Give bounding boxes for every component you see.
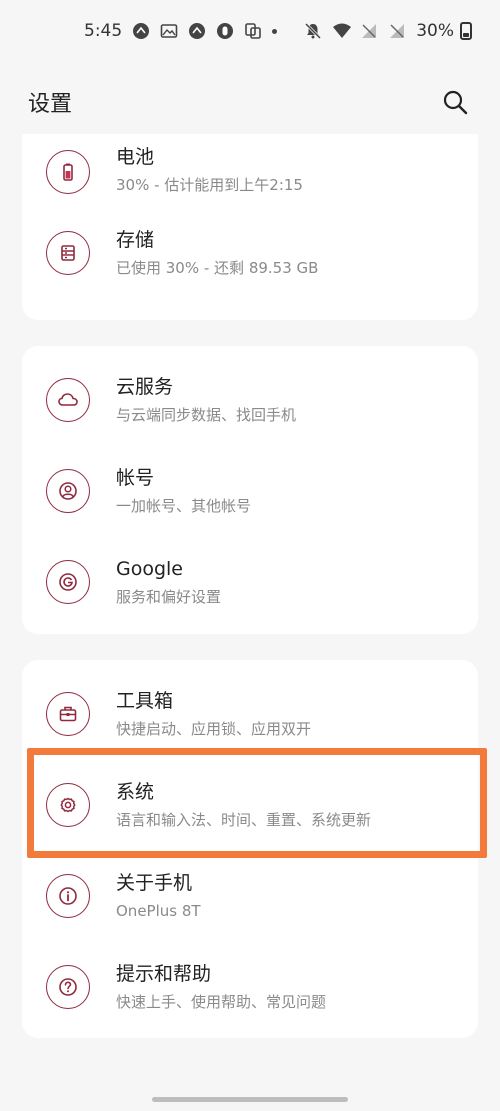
status-bar: 5:45 30% — [0, 0, 500, 62]
no-signal-icon-2 — [388, 22, 406, 40]
settings-item-toolbox[interactable]: 工具箱 快捷启动、应用锁、应用双开 — [22, 668, 478, 759]
battery-status-icon — [460, 22, 472, 40]
settings-item-subtitle: 快速上手、使用帮助、常见问题 — [116, 992, 327, 1011]
search-button[interactable] — [438, 85, 472, 119]
search-icon — [443, 90, 468, 115]
settings-item-text: 存储 已使用 30% - 还剩 89.53 GB — [116, 227, 318, 279]
settings-item-title: 帐号 — [116, 466, 155, 489]
settings-item-tips-help[interactable]: 提示和帮助 快速上手、使用帮助、常见问题 — [22, 941, 478, 1032]
app-header: 设置 — [0, 70, 500, 134]
shield-icon — [216, 22, 234, 40]
no-signal-icon — [360, 22, 378, 40]
page-title: 设置 — [28, 92, 73, 117]
account-icon — [46, 468, 90, 513]
settings-item-title: 存储 — [116, 229, 155, 251]
battery-indicator: 30% — [416, 21, 472, 41]
settings-item-subtitle: 一加帐号、其他帐号 — [116, 496, 252, 515]
battery-icon — [46, 150, 90, 194]
settings-item-subtitle: 语言和输入法、时间、重置、系统更新 — [116, 810, 372, 829]
settings-item-title: 关于手机 — [116, 871, 193, 894]
settings-item-text: 提示和帮助 快速上手、使用帮助、常见问题 — [116, 961, 326, 1013]
status-time: 5:45 — [84, 21, 123, 41]
settings-item-text: Google 服务和偏好设置 — [116, 556, 221, 608]
settings-item-text: 关于手机 OnePlus 8T — [116, 870, 201, 922]
settings-item-text: 云服务 与云端同步数据、找回手机 — [116, 374, 296, 426]
settings-item-subtitle: 已使用 30% - 还剩 89.53 GB — [116, 259, 319, 277]
battery-percent: 30% — [416, 21, 454, 41]
copy-icon — [244, 22, 262, 40]
status-left: 5:45 — [84, 21, 278, 41]
settings-item-account[interactable]: 帐号 一加帐号、其他帐号 — [22, 445, 478, 536]
gear-icon — [46, 782, 90, 827]
settings-item-cloud[interactable]: 云服务 与云端同步数据、找回手机 — [22, 354, 478, 445]
google-icon — [46, 559, 90, 604]
settings-group-device: 电池 30% - 估计能用到上午2:15 存储 已使用 30% - 还剩 89.… — [22, 134, 478, 320]
toolbox-icon — [46, 691, 90, 736]
wifi-icon — [332, 22, 352, 40]
cloud-icon — [46, 377, 90, 422]
settings-group-accounts: 云服务 与云端同步数据、找回手机 帐号 一加帐号、其他帐号 Google 服务和… — [22, 346, 478, 634]
settings-item-subtitle: OnePlus 8T — [116, 901, 201, 920]
settings-item-subtitle: 快捷启动、应用锁、应用双开 — [116, 719, 312, 738]
settings-item-title: 工具箱 — [116, 689, 174, 712]
mute-icon — [304, 22, 322, 40]
gallery-icon — [160, 22, 178, 40]
settings-item-battery[interactable]: 电池 30% - 估计能用到上午2:15 — [22, 134, 478, 202]
settings-item-about-phone[interactable]: 关于手机 OnePlus 8T — [22, 850, 478, 941]
status-right: 30% — [304, 21, 472, 41]
help-icon — [46, 964, 90, 1009]
more-notifications-dot — [272, 28, 278, 34]
settings-item-title: 电池 — [116, 146, 155, 168]
notification-app-icon-2 — [188, 22, 206, 40]
settings-item-google[interactable]: Google 服务和偏好设置 — [22, 536, 478, 627]
notification-app-icon — [132, 22, 150, 40]
settings-item-subtitle: 与云端同步数据、找回手机 — [116, 405, 297, 424]
settings-item-storage[interactable]: 存储 已使用 30% - 还剩 89.53 GB — [22, 202, 478, 304]
settings-item-subtitle: 服务和偏好设置 — [116, 587, 222, 606]
settings-item-text: 系统 语言和输入法、时间、重置、系统更新 — [116, 779, 371, 831]
settings-item-text: 帐号 一加帐号、其他帐号 — [116, 465, 251, 517]
settings-item-text: 工具箱 快捷启动、应用锁、应用双开 — [116, 688, 311, 740]
settings-item-text: 电池 30% - 估计能用到上午2:15 — [116, 144, 303, 196]
gesture-nav-handle[interactable] — [152, 1097, 348, 1102]
settings-item-title: 云服务 — [116, 375, 174, 398]
settings-item-title: 提示和帮助 — [116, 962, 212, 985]
settings-item-title: 系统 — [116, 780, 155, 803]
settings-group-system: 工具箱 快捷启动、应用锁、应用双开 系统 语言和输入法、时间、重置、系统更新 关… — [22, 660, 478, 1038]
storage-icon — [46, 231, 90, 275]
settings-item-subtitle: 30% - 估计能用到上午2:15 — [116, 176, 303, 194]
settings-item-system[interactable]: 系统 语言和输入法、时间、重置、系统更新 — [22, 759, 478, 850]
info-icon — [46, 873, 90, 918]
settings-item-title: Google — [116, 557, 184, 580]
